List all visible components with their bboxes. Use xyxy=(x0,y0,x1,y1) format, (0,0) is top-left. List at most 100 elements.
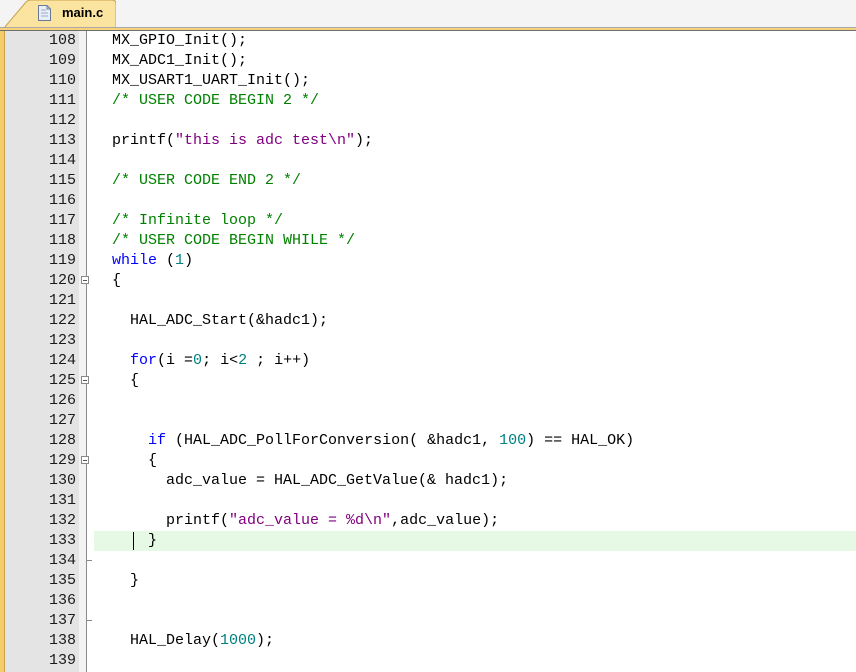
code-token: printf( xyxy=(94,512,230,529)
code-line[interactable]: 122 HAL_ADC_Start(&hadc1); xyxy=(0,311,856,331)
code-token: (HAL_ADC_PollForConversion( &hadc1, xyxy=(166,432,500,449)
code-line[interactable]: 112 xyxy=(0,111,856,131)
string-token: "adc_value = %d\n" xyxy=(229,512,392,529)
keyword-token: while xyxy=(112,252,158,269)
keyword-token: for xyxy=(130,352,158,369)
code-line[interactable]: 119 while (1) xyxy=(0,251,856,271)
code-text: while (1) xyxy=(94,251,193,271)
code-token: { xyxy=(94,372,140,389)
code-editor[interactable]: 108 MX_GPIO_Init(); 109 MX_ADC1_Init(); 11… xyxy=(0,31,856,672)
code-line[interactable]: 131 xyxy=(0,491,856,511)
code-line[interactable]: 113 printf("this is adc test\n"); xyxy=(0,131,856,151)
code-line[interactable]: 126 xyxy=(0,391,856,411)
code-line[interactable]: 133 } xyxy=(0,531,856,551)
code-line[interactable]: 129 { xyxy=(0,451,856,471)
code-line[interactable]: 127 xyxy=(0,411,856,431)
fold-collapse-icon[interactable] xyxy=(81,376,89,384)
code-line[interactable]: 138 HAL_Delay(1000); xyxy=(0,631,856,651)
code-token: ) == HAL_OK) xyxy=(526,432,635,449)
comment-token: /* USER CODE END 2 */ xyxy=(112,172,302,189)
code-line[interactable]: 134 xyxy=(0,551,856,571)
line-number: 134 xyxy=(48,552,76,569)
fold-end-marker xyxy=(87,560,92,561)
code-token: MX_USART1_UART_Init(); xyxy=(94,72,311,89)
line-number: 131 xyxy=(48,492,76,509)
code-text: { xyxy=(94,451,157,471)
line-number: 132 xyxy=(48,512,76,529)
code-line[interactable]: 120 { xyxy=(0,271,856,291)
line-number: 122 xyxy=(48,312,76,329)
code-text: MX_ADC1_Init(); xyxy=(94,51,247,71)
code-line[interactable]: 118 /* USER CODE BEGIN WHILE */ xyxy=(0,231,856,251)
number-token: 1000 xyxy=(220,632,257,649)
number-token: 100 xyxy=(499,432,527,449)
code-token: MX_GPIO_Init(); xyxy=(94,32,248,49)
code-token: MX_ADC1_Init(); xyxy=(94,52,248,69)
code-line[interactable]: 115 /* USER CODE END 2 */ xyxy=(0,171,856,191)
code-token: HAL_ADC_Start(&hadc1); xyxy=(94,312,329,329)
line-number: 121 xyxy=(48,292,76,309)
code-text: HAL_ADC_Start(&hadc1); xyxy=(94,311,328,331)
line-number: 111 xyxy=(48,92,76,109)
code-text: /* Infinite loop */ xyxy=(94,211,283,231)
current-line-highlight xyxy=(94,531,856,551)
line-number: 129 xyxy=(48,452,76,469)
code-token: } xyxy=(94,572,140,589)
code-line[interactable]: 130 adc_value = HAL_ADC_GetValue(& hadc1… xyxy=(0,471,856,491)
code-line[interactable]: 125 { xyxy=(0,371,856,391)
code-line[interactable]: 114 xyxy=(0,151,856,171)
code-text: } xyxy=(94,531,157,551)
code-line[interactable]: 110 MX_USART1_UART_Init(); xyxy=(0,71,856,91)
code-line[interactable]: 111 /* USER CODE BEGIN 2 */ xyxy=(0,91,856,111)
line-number: 133 xyxy=(48,532,76,549)
code-token: HAL_Delay( xyxy=(94,632,221,649)
code-line[interactable]: 135 } xyxy=(0,571,856,591)
code-line[interactable]: 108 MX_GPIO_Init(); xyxy=(0,31,856,51)
code-token: ); xyxy=(355,132,374,149)
c-file-icon xyxy=(38,5,51,21)
line-number: 139 xyxy=(48,652,76,669)
code-text: /* USER CODE END 2 */ xyxy=(94,171,301,191)
code-line[interactable]: 117 /* Infinite loop */ xyxy=(0,211,856,231)
code-line[interactable]: 123 xyxy=(0,331,856,351)
code-line[interactable]: 132 printf("adc_value = %d\n",adc_value)… xyxy=(0,511,856,531)
line-number: 120 xyxy=(48,272,76,289)
line-number: 125 xyxy=(48,372,76,389)
line-number: 110 xyxy=(48,72,76,89)
line-number: 128 xyxy=(48,432,76,449)
code-text: adc_value = HAL_ADC_GetValue(& hadc1); xyxy=(94,471,508,491)
fold-collapse-icon[interactable] xyxy=(81,276,89,284)
code-line[interactable]: 136 xyxy=(0,591,856,611)
code-text: MX_GPIO_Init(); xyxy=(94,31,247,51)
code-token: ; i++) xyxy=(247,352,311,369)
code-line[interactable]: 116 xyxy=(0,191,856,211)
code-line[interactable]: 139 xyxy=(0,651,856,671)
code-line[interactable]: 109 MX_ADC1_Init(); xyxy=(0,51,856,71)
code-line[interactable]: 124 for(i =0; i<2 ; i++) xyxy=(0,351,856,371)
code-token: ( xyxy=(157,252,176,269)
line-number: 136 xyxy=(48,592,76,609)
code-line[interactable]: 128 if (HAL_ADC_PollForConversion( &hadc… xyxy=(0,431,856,451)
code-text: /* USER CODE BEGIN WHILE */ xyxy=(94,231,355,251)
line-number: 112 xyxy=(48,112,76,129)
code-text: { xyxy=(94,371,139,391)
line-number: 118 xyxy=(48,232,76,249)
fold-collapse-icon[interactable] xyxy=(81,456,89,464)
code-token: { xyxy=(94,452,158,469)
code-token: ) xyxy=(184,252,194,269)
line-number: 126 xyxy=(48,392,76,409)
tab-main-c[interactable]: main.c xyxy=(4,0,116,28)
line-number: 113 xyxy=(48,132,76,149)
code-token: printf( xyxy=(94,132,176,149)
code-line[interactable]: 137 xyxy=(0,611,856,631)
code-line[interactable]: 121 xyxy=(0,291,856,311)
code-text: /* USER CODE BEGIN 2 */ xyxy=(94,91,319,111)
code-token: } xyxy=(94,532,158,549)
code-token: (i = xyxy=(157,352,194,369)
number-token: 0 xyxy=(193,352,203,369)
number-token: 2 xyxy=(238,352,248,369)
